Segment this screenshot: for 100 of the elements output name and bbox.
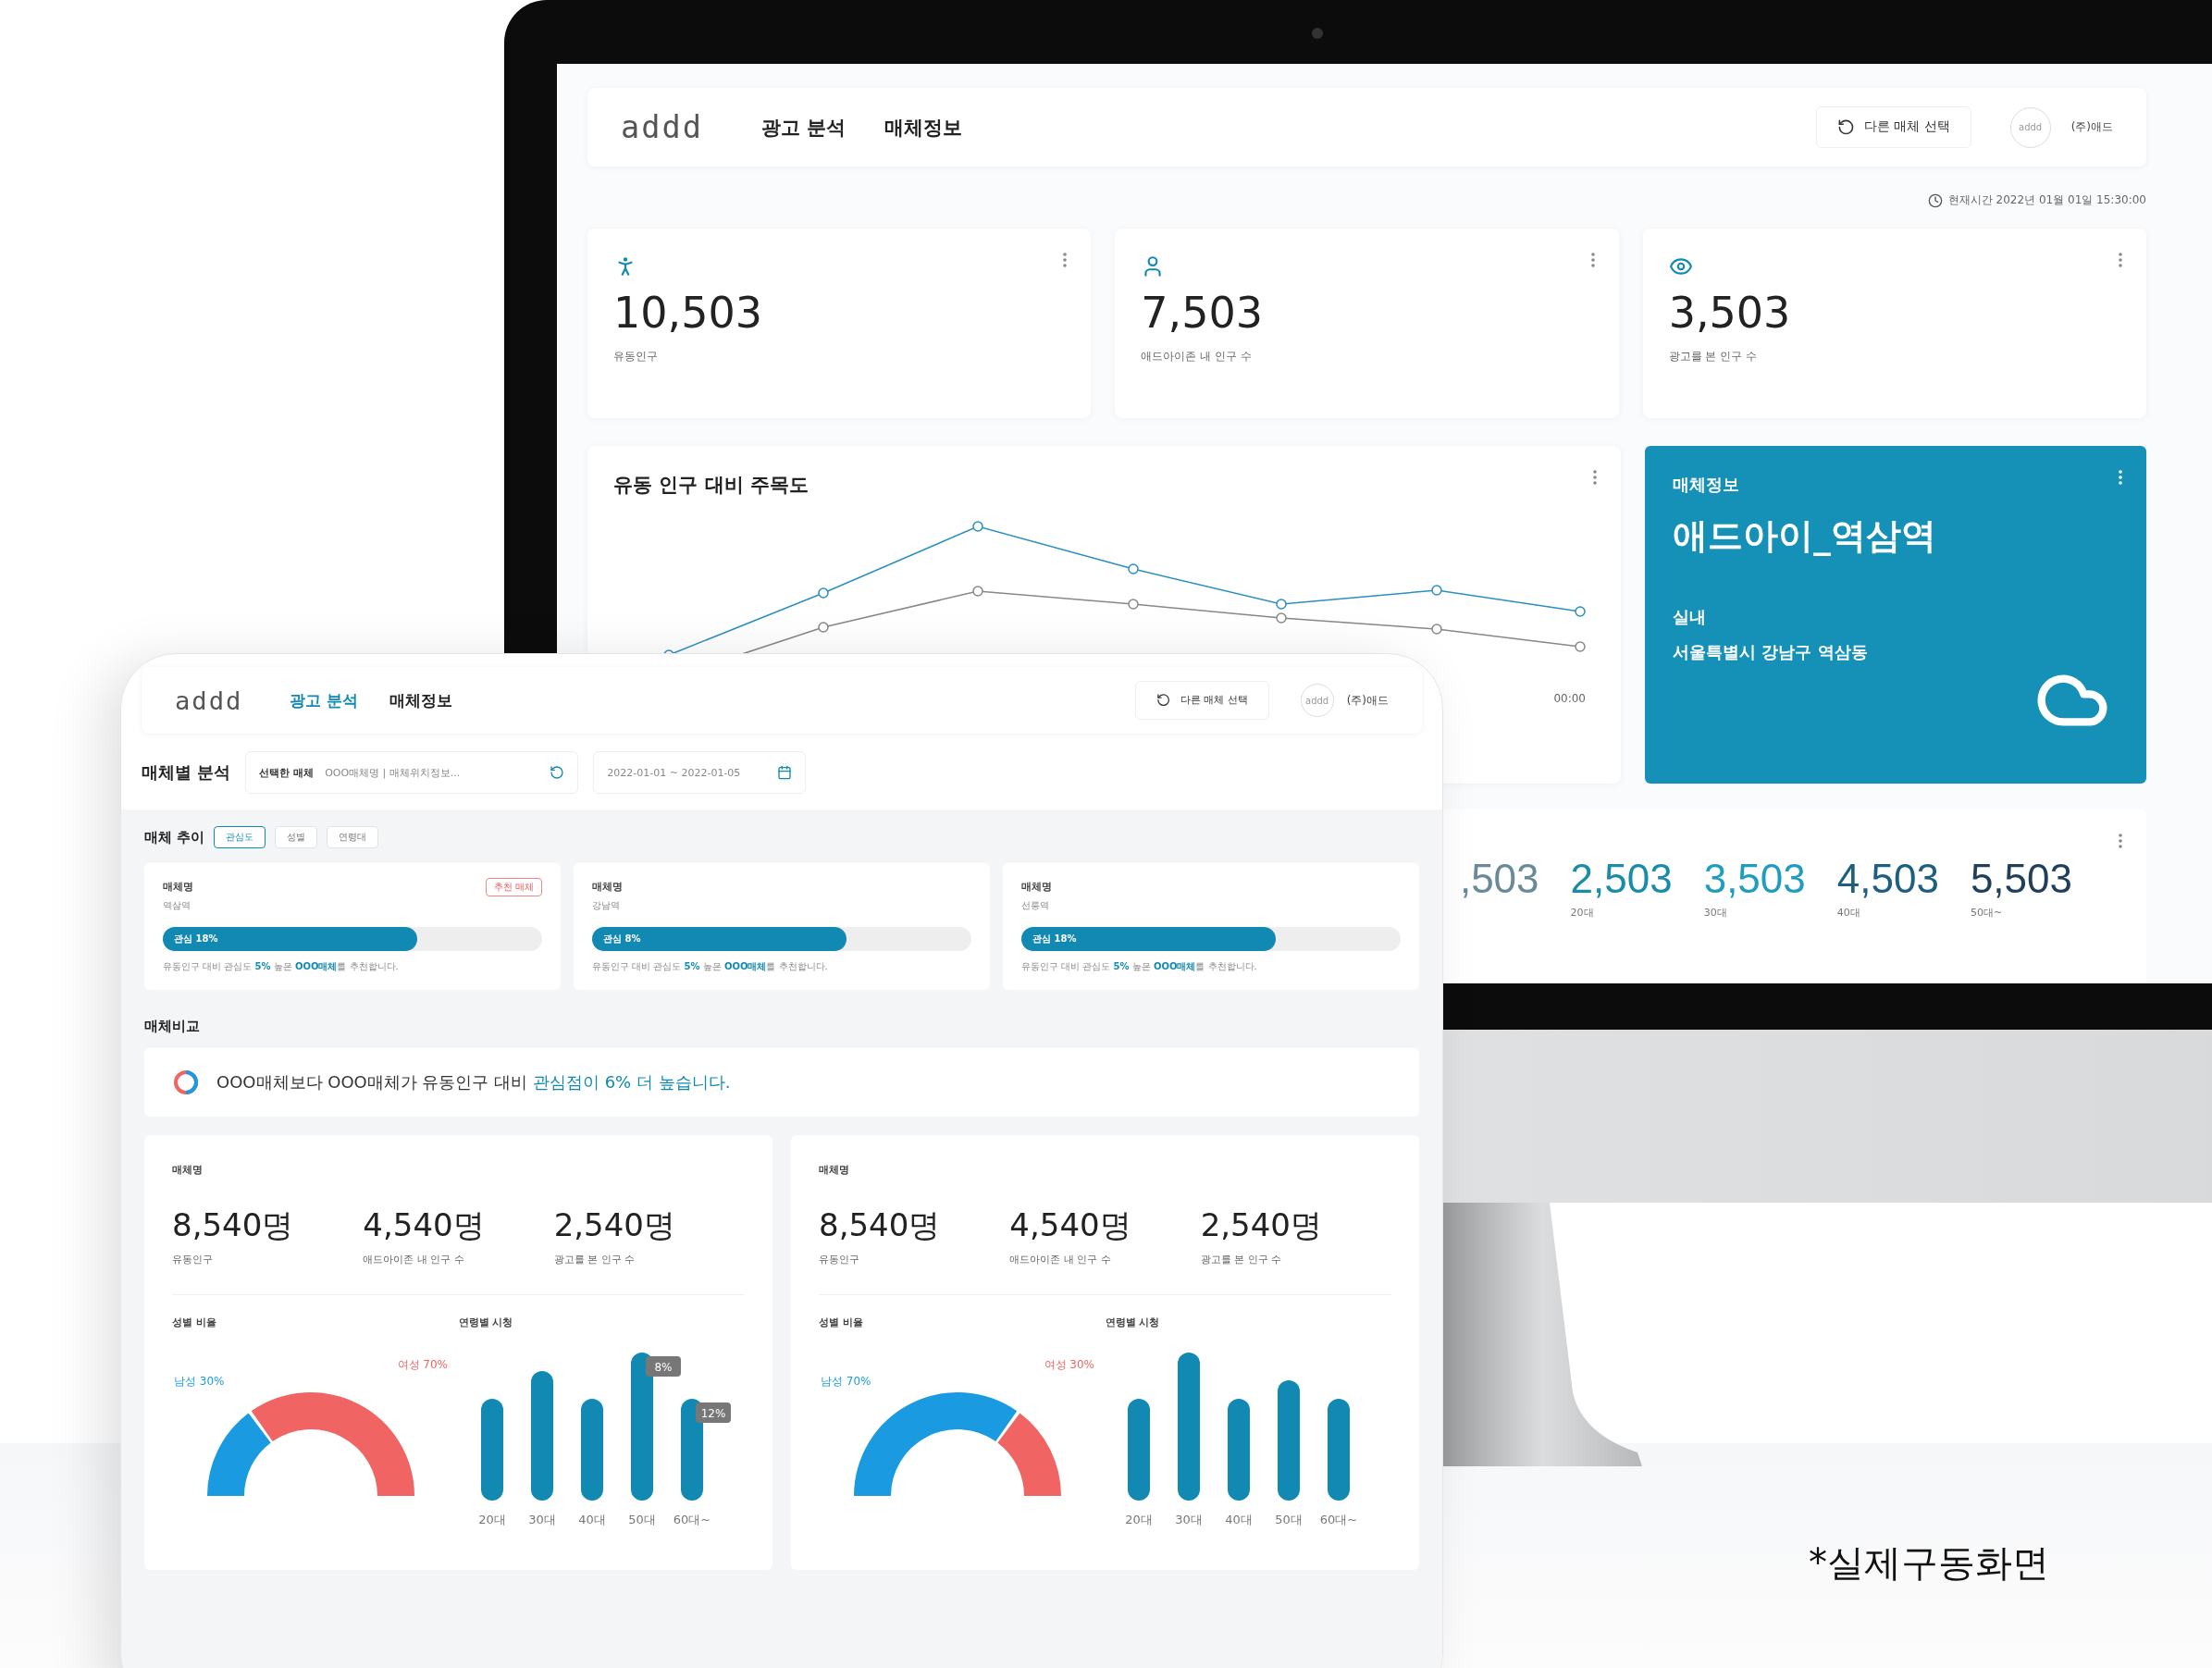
age-label: 20대 bbox=[1570, 906, 1594, 920]
logo[interactable]: addd bbox=[621, 109, 703, 145]
bar-label: 40대 bbox=[577, 1513, 606, 1526]
axis-label: 00:00 bbox=[1553, 692, 1586, 705]
date-range-field[interactable]: 2022-01-01 ~ 2022-01-05 bbox=[593, 751, 807, 794]
switch-media-button[interactable]: 다른 매체 선택 bbox=[1135, 681, 1269, 720]
nav-link[interactable]: 매체정보 bbox=[389, 689, 453, 711]
stat-label: 애드아이존 내 인구 수 bbox=[1009, 1253, 1112, 1266]
bar-label: 50대 bbox=[627, 1513, 656, 1526]
company-name: (주)애드 bbox=[1346, 692, 1389, 709]
age-count: 3,503 bbox=[1703, 856, 1806, 902]
stat-value: 4,540명 bbox=[1009, 1205, 1132, 1245]
stat-value: 7,503 bbox=[1141, 288, 1264, 338]
chart-title: 연령별 시청 bbox=[1105, 1316, 1160, 1329]
stat-label: 유동인구 bbox=[613, 349, 658, 364]
more-icon[interactable] bbox=[2119, 470, 2122, 485]
filter-tab[interactable]: 관심도 bbox=[214, 826, 266, 848]
recommend-tag: 추천 매체 bbox=[485, 878, 542, 896]
age-label: 50대~ bbox=[1970, 906, 2003, 920]
chart-title: 성별 비율 bbox=[172, 1316, 216, 1329]
donut-label: 남성 70% bbox=[821, 1375, 871, 1388]
bar-label: 20대 bbox=[477, 1513, 506, 1526]
refresh-icon bbox=[1837, 118, 1855, 136]
camera-dot bbox=[1312, 28, 1323, 39]
chart-title: 유동 인구 대비 주목도 bbox=[613, 473, 809, 498]
media-select[interactable]: 선택한 매체 OOO매체명 | 매체위치정보... bbox=[245, 751, 579, 794]
stat-value: 3,503 bbox=[1668, 288, 1791, 338]
age-count: 4,503 bbox=[1836, 856, 1939, 902]
progress-fill: 관심 18% bbox=[1021, 927, 1276, 951]
more-icon[interactable] bbox=[2119, 834, 2122, 848]
donut-label: 남성 30% bbox=[174, 1375, 225, 1388]
more-icon[interactable] bbox=[1590, 253, 1595, 267]
card-heading: 매체정보 bbox=[1673, 474, 1739, 496]
bar-label: 30대 bbox=[1174, 1513, 1203, 1526]
age-count: 5,503 bbox=[1970, 856, 2072, 902]
stat-label: 애드아이존 내 인구 수 bbox=[363, 1253, 465, 1266]
refresh-icon bbox=[550, 765, 565, 780]
media-name: 매체명 bbox=[592, 880, 623, 894]
recommend-note: 유동인구 대비 관심도 5% 높은 OOO매체를 추천합니다. bbox=[163, 960, 399, 973]
bar-tooltip: 8% bbox=[645, 1356, 681, 1377]
progress-fill: 관심 8% bbox=[592, 927, 846, 951]
media-name: 매체명 bbox=[163, 880, 193, 894]
bar-label: 30대 bbox=[527, 1513, 556, 1526]
placement: 실내 bbox=[1673, 606, 1706, 628]
stat-value: 2,540명 bbox=[553, 1205, 676, 1245]
stat-label: 유동인구 bbox=[172, 1253, 214, 1266]
stat-label: 광고를 본 인구 수 bbox=[1668, 349, 1758, 364]
clock-icon bbox=[1927, 192, 1943, 208]
location: 강남역 bbox=[592, 899, 620, 912]
caption: *실제구동화면 bbox=[1809, 1540, 2049, 1586]
media-name: 애드아이_역삼역 bbox=[1673, 514, 1936, 558]
filter-tab[interactable]: 연령대 bbox=[327, 826, 379, 848]
donut-label: 여성 30% bbox=[1044, 1358, 1094, 1371]
age-count: 2,503 bbox=[1570, 856, 1673, 902]
stat-value: 10,503 bbox=[613, 288, 762, 338]
donut-label: 여성 70% bbox=[397, 1358, 448, 1371]
stat-value: 4,540명 bbox=[363, 1205, 486, 1245]
stat-value: 8,540명 bbox=[172, 1205, 295, 1245]
bar-label: 60대~ bbox=[1319, 1513, 1357, 1526]
bar-label: 20대 bbox=[1124, 1513, 1153, 1526]
bar-label: 40대 bbox=[1224, 1513, 1253, 1526]
nav-link[interactable]: 광고 분석 bbox=[290, 689, 359, 711]
media-name: 매체명 bbox=[819, 1163, 850, 1177]
more-icon[interactable] bbox=[1063, 253, 1068, 267]
media-name: 매체명 bbox=[1021, 880, 1052, 894]
progress-fill: 관심 18% bbox=[163, 927, 417, 951]
nav-link[interactable]: 매체정보 bbox=[884, 114, 963, 141]
stat-value: 8,540명 bbox=[819, 1205, 942, 1245]
calendar-icon bbox=[777, 765, 793, 780]
refresh-icon bbox=[1156, 693, 1171, 708]
stat-label: 광고를 본 인구 수 bbox=[1200, 1253, 1283, 1266]
logo[interactable]: addd bbox=[175, 686, 243, 715]
more-icon[interactable] bbox=[2119, 253, 2122, 267]
section-title: 매체 추이 bbox=[144, 828, 205, 846]
filter-tab[interactable]: 성별 bbox=[275, 826, 318, 848]
recommend-note: 유동인구 대비 관심도 5% 높은 OOO매체를 추천합니다. bbox=[1021, 960, 1257, 973]
more-icon[interactable] bbox=[1593, 470, 1597, 485]
stat-value: 2,540명 bbox=[1200, 1205, 1323, 1245]
location: 선릉역 bbox=[1021, 899, 1049, 912]
chart-title: 성별 비율 bbox=[819, 1316, 863, 1329]
nav-link[interactable]: 광고 분석 bbox=[760, 114, 846, 141]
section-title: 매체별 분석 bbox=[142, 761, 231, 784]
section-title: 매체비교 bbox=[144, 1018, 200, 1035]
age-label: 30대 bbox=[1703, 906, 1727, 920]
stat-label: 유동인구 bbox=[819, 1253, 860, 1266]
age-count: ,503 bbox=[1459, 856, 1539, 902]
age-label: 40대 bbox=[1836, 906, 1860, 920]
current-time: 현재시간 2022년 01월 01일 15:30:00 bbox=[1947, 192, 2146, 208]
company-name: (주)애드 bbox=[2070, 119, 2113, 135]
address: 서울특별시 강남구 역삼동 bbox=[1673, 641, 1868, 663]
recommend-note: 유동인구 대비 관심도 5% 높은 OOO매체를 추천합니다. bbox=[592, 960, 828, 973]
chart-title: 연령별 시청 bbox=[458, 1316, 513, 1329]
stat-label: 애드아이존 내 인구 수 bbox=[1141, 349, 1252, 364]
bar-tooltip: 12% bbox=[695, 1402, 731, 1423]
ring-icon bbox=[172, 1069, 200, 1096]
media-name: 매체명 bbox=[172, 1163, 204, 1177]
bar-label: 60대~ bbox=[673, 1513, 711, 1526]
bar-label: 50대 bbox=[1274, 1513, 1303, 1526]
location: 역삼역 bbox=[163, 899, 191, 912]
switch-media-button[interactable]: 다른 매체 선택 bbox=[1816, 106, 1971, 148]
